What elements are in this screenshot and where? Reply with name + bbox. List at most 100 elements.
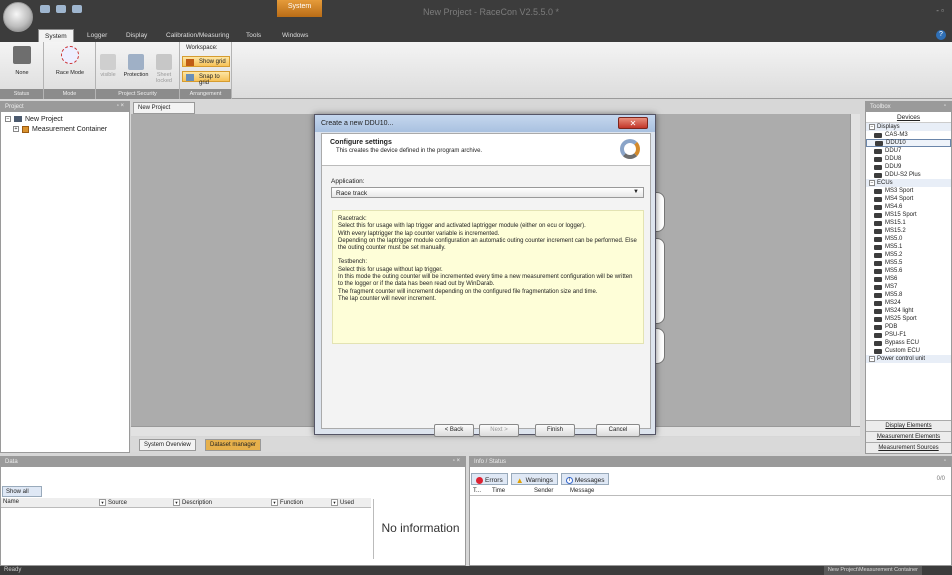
toolbox-device-item[interactable]: MS6: [866, 275, 951, 283]
pin-icon[interactable]: ▫: [944, 458, 946, 464]
column-description[interactable]: ▼ Description: [173, 499, 212, 506]
column-used[interactable]: ▼ Used: [331, 499, 354, 506]
filter-icon[interactable]: ▼: [271, 499, 278, 506]
application-select[interactable]: Race track ▼: [331, 187, 644, 198]
errors-tab[interactable]: Errors: [471, 473, 508, 485]
collapse-icon[interactable]: −: [869, 124, 875, 130]
toolbox-device-item[interactable]: MS15 Sport: [866, 211, 951, 219]
status-none-icon: [13, 46, 31, 64]
toolbox-device-item[interactable]: MS5.5: [866, 259, 951, 267]
filter-icon[interactable]: ▼: [331, 499, 338, 506]
collapse-icon[interactable]: −: [869, 180, 875, 186]
toolbox-device-item[interactable]: MS5.8: [866, 291, 951, 299]
canvas-object[interactable]: [655, 328, 665, 364]
toolbox-device-item[interactable]: MS24 light: [866, 307, 951, 315]
column-sender[interactable]: Sender: [534, 488, 553, 494]
tab-windows[interactable]: Windows: [276, 29, 314, 42]
next-button[interactable]: Next >: [479, 424, 519, 437]
canvas-object[interactable]: [655, 192, 665, 232]
info-line: The lap counter will never increment.: [338, 295, 437, 302]
toolbox-device-item[interactable]: MS5.0: [866, 235, 951, 243]
tab-logger[interactable]: Logger: [81, 29, 113, 42]
display-elements-button[interactable]: Display Elements: [866, 420, 951, 431]
document-tab-new-project[interactable]: New Project: [133, 102, 195, 114]
dialog-close-button[interactable]: ✕: [618, 117, 648, 129]
toolbox-device-item[interactable]: CAS-M3: [866, 131, 951, 139]
close-icon[interactable]: ▫ ×: [453, 458, 460, 464]
snap-to-grid-toggle[interactable]: Snap to grid: [182, 71, 230, 86]
tab-display[interactable]: Display: [120, 29, 153, 42]
toolbox-device-item[interactable]: MS25 Sport: [866, 315, 951, 323]
toolbox-category[interactable]: − Displays: [866, 123, 951, 131]
device-icon: [874, 244, 882, 250]
toolbox-device-item[interactable]: MS7: [866, 283, 951, 291]
vertical-scrollbar[interactable]: [850, 114, 860, 434]
info-line: [338, 252, 638, 259]
column-type[interactable]: T...: [473, 488, 481, 494]
tab-calibration-measuring[interactable]: Calibration/Measuring: [160, 29, 235, 42]
pin-icon[interactable]: ▫: [944, 103, 946, 109]
tree-item-new-project[interactable]: − New Project: [1, 114, 129, 124]
column-function[interactable]: ▼ Function: [271, 499, 303, 506]
collapse-icon[interactable]: −: [5, 116, 11, 122]
column-source[interactable]: ▼ Source: [99, 499, 127, 506]
visible-button[interactable]: visible: [98, 46, 118, 78]
protection-button[interactable]: Protection: [122, 46, 150, 78]
measurement-elements-button[interactable]: Measurement Elements: [866, 431, 951, 442]
tab-system[interactable]: System: [38, 29, 74, 42]
tab-tools[interactable]: Tools: [240, 29, 267, 42]
toolbox-category[interactable]: − ECUs: [866, 179, 951, 187]
eye-icon: [100, 54, 116, 70]
column-time[interactable]: Time: [492, 488, 505, 494]
column-name[interactable]: Name: [3, 499, 19, 505]
show-all-button[interactable]: Show all: [2, 486, 42, 497]
toolbox-device-label: DDU10: [886, 140, 906, 146]
toolbox-device-item[interactable]: DDU7: [866, 147, 951, 155]
close-icon[interactable]: ▫ ×: [117, 103, 124, 109]
toolbox-device-item[interactable]: PSU-F1: [866, 331, 951, 339]
finish-button[interactable]: Finish: [535, 424, 575, 437]
tab-dataset-manager[interactable]: Dataset manager: [205, 439, 262, 451]
tree-item-measurement-container[interactable]: + Measurement Container: [1, 124, 129, 134]
window-controls[interactable]: - ▫: [936, 6, 944, 15]
back-button[interactable]: < Back: [434, 424, 474, 437]
toolbox-device-item[interactable]: MS5.2: [866, 251, 951, 259]
toolbox-device-item[interactable]: MS15.2: [866, 227, 951, 235]
expand-icon[interactable]: +: [13, 126, 19, 132]
filter-icon[interactable]: ▼: [99, 499, 106, 506]
column-message[interactable]: Message: [570, 488, 594, 494]
toolbox-device-item[interactable]: Bypass ECU: [866, 339, 951, 347]
filter-icon[interactable]: ▼: [173, 499, 180, 506]
show-grid-toggle[interactable]: Show grid: [182, 56, 230, 67]
toolbox-device-item[interactable]: MS3 Sport: [866, 187, 951, 195]
sheet-locked-button[interactable]: Sheet locked: [152, 46, 176, 84]
tab-system-overview[interactable]: System Overview: [139, 439, 196, 451]
toolbox-device-item[interactable]: MS4 Sport: [866, 195, 951, 203]
toolbox-device-item[interactable]: DDU10: [866, 139, 951, 147]
toolbox-device-item[interactable]: PDB: [866, 323, 951, 331]
toolbox-device-item[interactable]: Custom ECU: [866, 347, 951, 355]
messages-tab[interactable]: i Messages: [560, 473, 610, 485]
measurement-sources-button[interactable]: Measurement Sources: [866, 442, 951, 453]
document-tab-label: New Project: [138, 105, 171, 111]
canvas-object[interactable]: [655, 238, 665, 324]
document-bottom-tabs: System Overview Dataset manager: [131, 437, 860, 452]
race-mode-button[interactable]: Race Mode: [52, 46, 88, 76]
toolbox-device-item[interactable]: MS5.1: [866, 243, 951, 251]
toolbox-device-item[interactable]: MS24: [866, 299, 951, 307]
toolbox-device-item[interactable]: MS5.6: [866, 267, 951, 275]
toolbox-category[interactable]: − Power control unit: [866, 355, 951, 363]
collapse-icon[interactable]: −: [869, 356, 875, 362]
none-button[interactable]: None: [8, 46, 36, 76]
toolbox-device-item[interactable]: DDU9: [866, 163, 951, 171]
warnings-tab[interactable]: ▲ Warnings: [510, 473, 558, 485]
toolbox-device-item[interactable]: MS4.6: [866, 203, 951, 211]
toolbox-device-item[interactable]: DDU-S2 Plus: [866, 171, 951, 179]
application-menu-button[interactable]: [3, 2, 33, 32]
toolbox-device-item[interactable]: DDU8: [866, 155, 951, 163]
info-line: In this mode the outing counter will be …: [338, 274, 633, 288]
toolbox-device-item[interactable]: MS15.1: [866, 219, 951, 227]
cancel-button[interactable]: Cancel: [596, 424, 640, 437]
help-icon[interactable]: ?: [936, 30, 946, 40]
project-panel-header: Project ▫ ×: [1, 102, 129, 112]
